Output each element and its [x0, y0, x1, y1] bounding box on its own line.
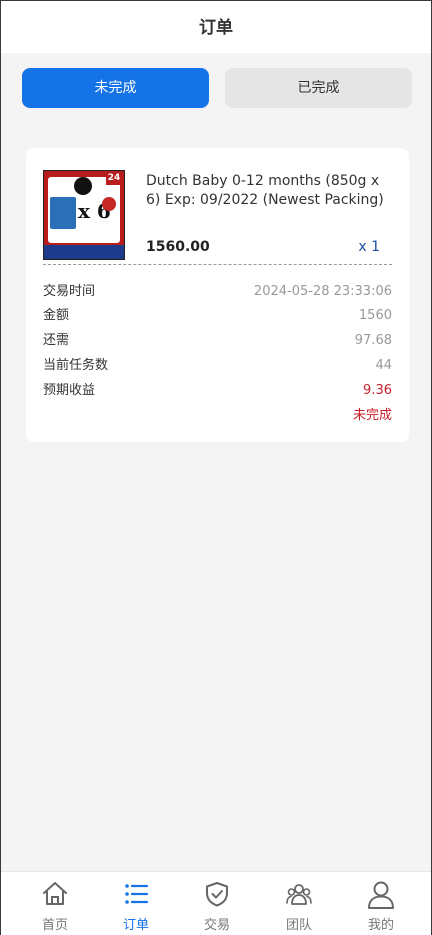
detail-value: 2024-05-28 23:33:06 — [253, 284, 392, 299]
nav-label: 我的 — [367, 918, 394, 933]
nav-orders[interactable]: 订单 — [96, 872, 176, 935]
product-quantity: x 1 — [358, 239, 380, 255]
dashed-divider — [43, 264, 392, 265]
detail-label: 还需 — [43, 333, 70, 348]
detail-row-expected-earnings: 预期收益 9.36 — [43, 380, 392, 402]
nav-label: 首页 — [41, 918, 68, 933]
nav-label: 团队 — [285, 918, 312, 933]
order-status-row: 未完成 — [43, 405, 392, 427]
nav-team[interactable]: 团队 — [259, 872, 339, 935]
product-title: Dutch Baby 0-12 months (850g x 6) Exp: 0… — [146, 173, 384, 208]
tab-incomplete[interactable]: 未完成 — [22, 68, 209, 108]
detail-row-task-count: 当前任务数 44 — [43, 355, 392, 377]
detail-label: 预期收益 — [43, 383, 96, 398]
shield-check-icon — [206, 882, 228, 907]
detail-label: 当前任务数 — [43, 358, 109, 373]
product-image-logo — [74, 177, 92, 195]
product-price: 1560.00 — [146, 239, 210, 255]
order-card[interactable]: x 6 24 Dutch Baby 0-12 months (850g x 6)… — [26, 148, 409, 442]
nav-home[interactable]: 首页 — [15, 872, 95, 935]
detail-row-remaining: 还需 97.68 — [43, 330, 392, 352]
user-icon — [368, 881, 394, 909]
app-frame: 订单 未完成 已完成 x 6 24 Dutch Baby 0-12 months… — [0, 0, 432, 935]
detail-value: 97.68 — [354, 333, 392, 348]
detail-row-trade-time: 交易时间 2024-05-28 23:33:06 — [43, 281, 392, 303]
detail-value: 44 — [375, 358, 392, 373]
nav-label: 交易 — [203, 918, 230, 933]
bottom-nav: 首页 订单 交易 团队 我的 — [1, 871, 431, 935]
detail-value: 9.36 — [363, 383, 392, 398]
product-image-strip — [44, 245, 124, 259]
page-header: 订单 — [1, 1, 431, 53]
nav-trade[interactable]: 交易 — [177, 872, 257, 935]
product-image: x 6 24 — [43, 170, 125, 260]
order-status: 未完成 — [352, 408, 392, 423]
product-image-tag: 24 — [106, 171, 122, 185]
detail-row-amount: 金额 1560 — [43, 305, 392, 327]
list-icon — [125, 884, 149, 904]
product-image-badge — [102, 197, 116, 211]
nav-profile[interactable]: 我的 — [341, 872, 421, 935]
detail-value: 1560 — [358, 308, 392, 323]
team-icon — [286, 884, 312, 905]
home-icon — [43, 882, 67, 905]
product-image-can — [50, 197, 76, 229]
detail-label: 交易时间 — [43, 284, 96, 299]
nav-label: 订单 — [122, 918, 149, 933]
tab-completed[interactable]: 已完成 — [225, 68, 412, 108]
page-title: 订单 — [199, 18, 233, 38]
detail-label: 金额 — [43, 308, 70, 323]
order-status-tabs: 未完成 已完成 — [1, 53, 431, 133]
